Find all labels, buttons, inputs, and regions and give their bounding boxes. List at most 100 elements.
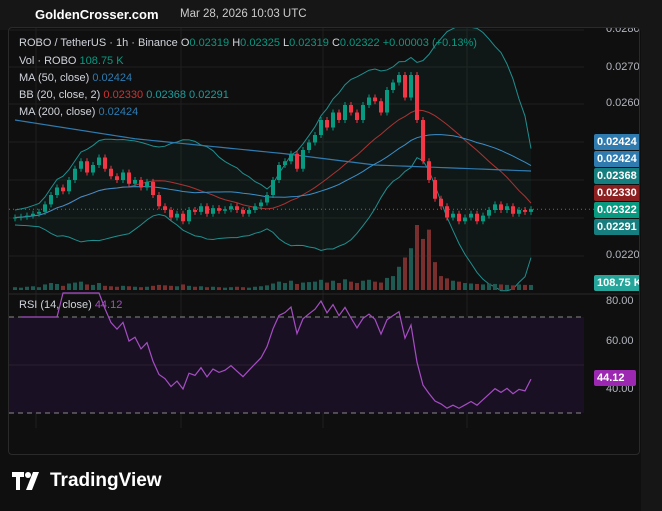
candle-body bbox=[187, 210, 191, 222]
close-label: C bbox=[331, 37, 340, 49]
change-value: +0.00003 (+0.13%) bbox=[382, 37, 477, 49]
price-tag-ma200: 0.02424 bbox=[594, 151, 639, 167]
rsi-value: 44.12 bbox=[94, 299, 123, 311]
candle-body bbox=[475, 213, 479, 222]
volume-bar bbox=[391, 276, 395, 290]
candle-body bbox=[247, 210, 251, 214]
volume-bar bbox=[343, 279, 347, 290]
volume-bar bbox=[181, 284, 185, 290]
volume-bar bbox=[157, 284, 161, 290]
legend-bb[interactable]: BB (20, close, 2) 0.02330 0.02368 0.0229… bbox=[19, 89, 229, 101]
volume-bar bbox=[73, 282, 77, 290]
legend-ma50[interactable]: MA (50, close) 0.02424 bbox=[19, 72, 132, 84]
rsi-tick: 80.00 bbox=[606, 295, 634, 307]
candle-body bbox=[265, 195, 269, 203]
rsi-label: RSI (14, close) bbox=[19, 299, 92, 311]
candle-body bbox=[409, 75, 413, 98]
candle-body bbox=[487, 210, 491, 216]
candle-body bbox=[319, 120, 323, 135]
candle-body bbox=[13, 217, 17, 219]
volume-bar bbox=[331, 280, 335, 290]
candle-body bbox=[355, 112, 359, 120]
volume-bar bbox=[235, 286, 239, 290]
site-name[interactable]: GoldenCrosser.com bbox=[35, 7, 159, 22]
candle-body bbox=[121, 172, 125, 180]
candle-body bbox=[79, 161, 83, 169]
volume-bar bbox=[205, 287, 209, 290]
volume-bar bbox=[217, 287, 221, 290]
candle-body bbox=[259, 202, 263, 207]
volume-bar bbox=[523, 284, 527, 290]
ma200-label: MA (200, close) bbox=[19, 106, 96, 118]
candle-body bbox=[427, 161, 431, 180]
candle-body bbox=[157, 195, 161, 207]
volume-bar bbox=[67, 283, 71, 290]
candle-body bbox=[31, 213, 35, 216]
volume-bar bbox=[355, 283, 359, 290]
candle-body bbox=[379, 101, 383, 113]
volume-bar bbox=[133, 286, 137, 290]
candle-body bbox=[49, 195, 53, 205]
volume-bar bbox=[457, 281, 461, 290]
ma200-value: 0.02424 bbox=[98, 106, 139, 118]
bb-lower-value: 0.02291 bbox=[189, 89, 229, 101]
volume-bar bbox=[409, 248, 413, 290]
volume-bar bbox=[481, 284, 485, 290]
volume-bar bbox=[505, 284, 509, 290]
candle-body bbox=[331, 112, 335, 128]
tradingview-logo-icon bbox=[12, 472, 39, 490]
candle-body bbox=[337, 112, 341, 120]
volume-bar bbox=[151, 285, 155, 290]
volume-bar bbox=[349, 281, 353, 290]
volume-bar bbox=[175, 286, 179, 290]
volume-bar bbox=[127, 286, 131, 290]
candle-body bbox=[511, 206, 515, 214]
candle-body bbox=[463, 217, 467, 222]
volume-bar bbox=[319, 279, 323, 290]
volume-value: 108.75 K bbox=[79, 55, 124, 67]
candle-body bbox=[397, 75, 401, 83]
symbol[interactable]: ROBO / TetherUS · 1h · Binance bbox=[19, 37, 178, 49]
legend-rsi[interactable]: RSI (14, close) 44.12 bbox=[19, 299, 122, 311]
candle-body bbox=[313, 135, 317, 143]
volume-bar bbox=[103, 285, 107, 290]
bb-upper-value: 0.02368 bbox=[146, 89, 186, 101]
candle-body bbox=[517, 210, 521, 214]
volume-bar bbox=[265, 285, 269, 290]
rsi-tag: 44.12 bbox=[594, 370, 636, 386]
close-value: 0.02322 bbox=[339, 37, 380, 49]
volume-bar bbox=[529, 284, 533, 290]
volume-bar bbox=[115, 286, 119, 290]
y-tick: 0.02800 bbox=[606, 27, 640, 35]
candle-body bbox=[289, 153, 293, 162]
candle-body bbox=[523, 210, 527, 212]
price-tag-last: 0.02322 bbox=[594, 202, 639, 218]
volume-bar bbox=[451, 280, 455, 290]
candle-body bbox=[433, 180, 437, 199]
chart-panel[interactable]: ROBO / TetherUS · 1h · Binance O0.02319 … bbox=[8, 27, 640, 455]
price-tag-bb-basis: 0.02330 bbox=[594, 185, 639, 201]
candle-body bbox=[391, 82, 395, 90]
legend-ma200[interactable]: MA (200, close) 0.02424 bbox=[19, 106, 138, 118]
candle-body bbox=[469, 213, 473, 218]
volume-bar bbox=[469, 283, 473, 290]
tradingview-logo[interactable]: TradingView bbox=[12, 470, 162, 492]
candle-body bbox=[403, 75, 407, 98]
rsi-tick: 60.00 bbox=[606, 335, 634, 347]
volume-bar bbox=[97, 283, 101, 290]
volume-bar bbox=[277, 281, 281, 290]
volume-bar bbox=[85, 284, 89, 290]
candle-body bbox=[133, 180, 137, 184]
volume-bar bbox=[25, 286, 29, 290]
open-value: 0.02319 bbox=[189, 37, 230, 49]
volume-bar bbox=[259, 286, 263, 290]
volume-bar bbox=[517, 284, 521, 290]
price-tag-ma50: 0.02424 bbox=[594, 134, 639, 150]
candle-body bbox=[181, 213, 185, 222]
right-scrollbar[interactable] bbox=[641, 0, 662, 511]
candle-body bbox=[19, 216, 23, 218]
legend-volume[interactable]: Vol · ROBO 108.75 K bbox=[19, 55, 124, 67]
volume-bar bbox=[223, 287, 227, 290]
volume-bar bbox=[337, 283, 341, 290]
volume-bar bbox=[385, 277, 389, 290]
